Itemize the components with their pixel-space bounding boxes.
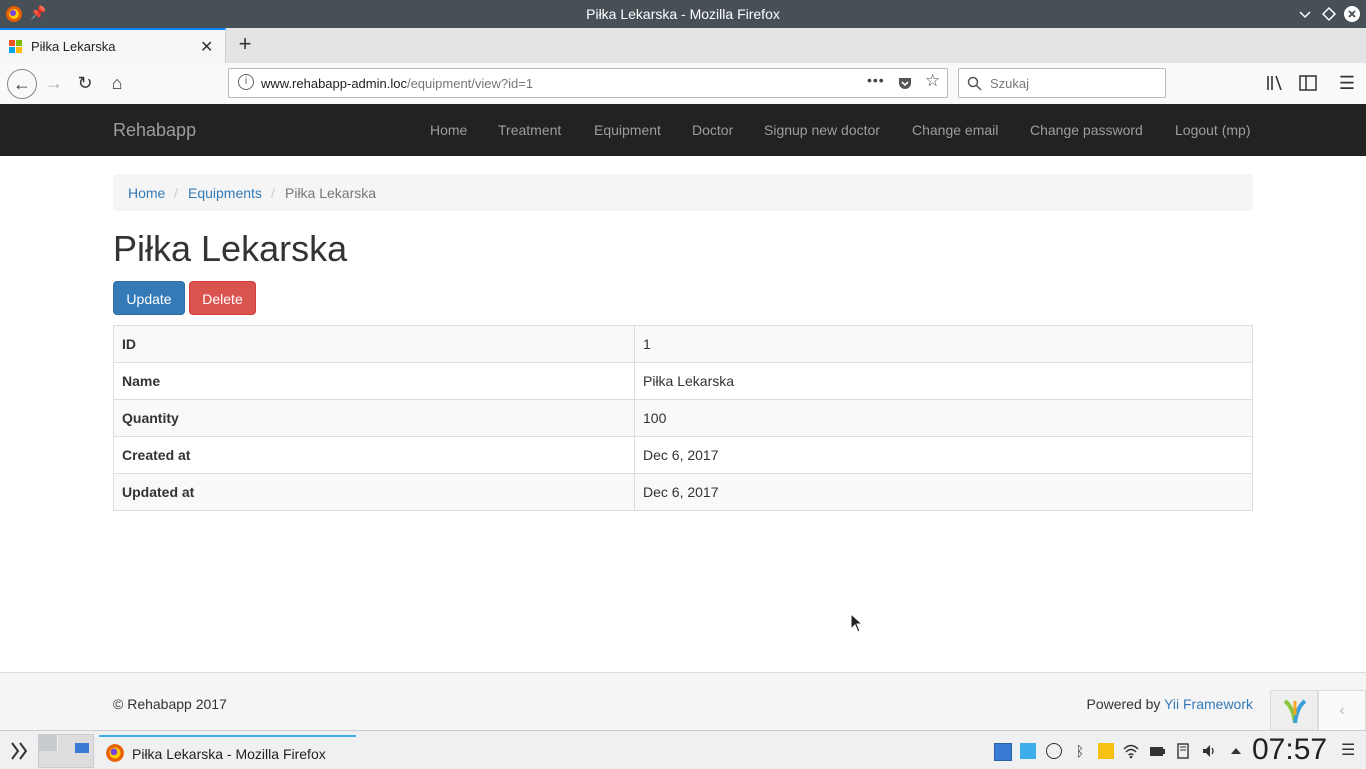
breadcrumb-separator: /	[271, 185, 275, 201]
nav-change-email[interactable]: Change email	[912, 122, 998, 138]
firefox-logo-icon	[106, 744, 124, 762]
powered-prefix: Powered by	[1086, 696, 1165, 712]
search-bar[interactable]: Szukaj	[958, 68, 1166, 98]
nav-doctor[interactable]: Doctor	[692, 122, 733, 138]
taskbar-firefox-item[interactable]: Piłka Lekarska - Mozilla Firefox	[99, 735, 356, 769]
detail-value: 100	[634, 399, 1253, 437]
clock[interactable]: 07:57	[1252, 733, 1327, 767]
breadcrumb-separator: /	[174, 185, 178, 201]
sidebar-icon[interactable]	[1299, 75, 1317, 91]
table-row: Quantity 100	[113, 399, 1253, 437]
tray-expand-icon[interactable]	[1228, 743, 1244, 759]
wifi-icon[interactable]	[1123, 743, 1139, 759]
pocket-icon[interactable]	[897, 75, 913, 91]
maximize-icon[interactable]	[1320, 5, 1338, 23]
bluetooth-icon[interactable]: ᛒ	[1072, 743, 1088, 759]
yii-debug-toolbar[interactable]	[1270, 690, 1318, 731]
yii-framework-link[interactable]: Yii Framework	[1164, 696, 1253, 712]
forward-icon[interactable]: →	[40, 69, 68, 97]
clipboard-manager-icon[interactable]	[1098, 743, 1114, 759]
detail-value: Dec 6, 2017	[634, 436, 1253, 474]
nav-change-password[interactable]: Change password	[1030, 122, 1143, 138]
updates-icon[interactable]	[1046, 743, 1062, 759]
search-icon	[967, 76, 982, 91]
update-button[interactable]: Update	[113, 281, 185, 315]
minimize-icon[interactable]	[1296, 5, 1314, 23]
site-info-icon[interactable]: i	[238, 74, 254, 90]
breadcrumb: Home / Equipments / Piłka Lekarska	[113, 174, 1253, 211]
brand-link[interactable]: Rehabapp	[113, 120, 196, 141]
table-row: ID 1	[113, 325, 1253, 363]
tab-title: Piłka Lekarska	[31, 39, 116, 54]
close-tab-icon[interactable]: ✕	[200, 37, 213, 57]
yii-logo-icon	[1283, 699, 1307, 724]
reload-icon[interactable]: ↻	[71, 69, 99, 97]
detail-value: Dec 6, 2017	[634, 473, 1253, 511]
breadcrumb-current: Piłka Lekarska	[285, 185, 377, 201]
nav-equipment[interactable]: Equipment	[594, 122, 661, 138]
back-icon[interactable]: ←	[7, 69, 37, 99]
taskbar: Piłka Lekarska - Mozilla Firefox ᛒ 07:57…	[0, 730, 1366, 769]
browser-navbar: ← → ↻ ⌂ i www.rehabapp-admin.loc/equipme…	[0, 63, 1366, 105]
detail-label: Name	[113, 362, 635, 400]
nav-signup-doctor[interactable]: Signup new doctor	[764, 122, 880, 138]
chevron-left-icon[interactable]: ‹	[1318, 690, 1366, 731]
footer-copyright: © Rehabapp 2017	[113, 696, 227, 712]
volume-icon[interactable]	[1201, 743, 1217, 759]
detail-label: Created at	[113, 436, 635, 474]
tab-strip: Piłka Lekarska ✕ +	[0, 28, 1366, 64]
new-tab-icon[interactable]: +	[232, 31, 258, 57]
window-titlebar: 📌 Piłka Lekarska - Mozilla Firefox	[0, 0, 1366, 28]
table-row: Created at Dec 6, 2017	[113, 436, 1253, 474]
table-row: Updated at Dec 6, 2017	[113, 473, 1253, 511]
url-text: www.rehabapp-admin.loc/equipment/view?id…	[261, 76, 534, 91]
panel-menu-icon[interactable]: ☰	[1341, 740, 1355, 760]
detail-label: Quantity	[113, 399, 635, 437]
battery-icon[interactable]	[1149, 743, 1165, 759]
nav-logout[interactable]: Logout (mp)	[1175, 122, 1250, 138]
close-window-icon[interactable]	[1343, 5, 1361, 23]
info-tray-icon[interactable]	[994, 743, 1012, 761]
app-launcher-icon[interactable]	[8, 741, 30, 761]
detail-value: Piłka Lekarska	[634, 362, 1253, 400]
page-title: Piłka Lekarska	[113, 228, 348, 269]
breadcrumb-equipments[interactable]: Equipments	[188, 185, 262, 201]
delete-button[interactable]: Delete	[189, 281, 256, 315]
window-title: Piłka Lekarska - Mozilla Firefox	[586, 6, 780, 22]
footer: © Rehabapp 2017 Powered by Yii Framework…	[0, 672, 1366, 731]
mouse-cursor-icon	[850, 613, 864, 633]
nav-treatment[interactable]: Treatment	[498, 122, 561, 138]
bookmark-star-icon[interactable]: ☆	[925, 71, 940, 91]
taskbar-item-label: Piłka Lekarska - Mozilla Firefox	[132, 746, 326, 762]
detail-label: ID	[113, 325, 635, 363]
browser-tab[interactable]: Piłka Lekarska ✕	[0, 28, 226, 63]
virtual-desktop-pager[interactable]	[38, 734, 94, 768]
home-icon[interactable]: ⌂	[103, 69, 131, 97]
url-bar[interactable]: i www.rehabapp-admin.loc/equipment/view?…	[228, 68, 948, 98]
hamburger-menu-icon[interactable]: ☰	[1333, 69, 1361, 97]
app-navbar: Rehabapp Home Treatment Equipment Doctor…	[0, 104, 1366, 156]
favicon-icon	[9, 40, 22, 53]
nav-home[interactable]: Home	[430, 122, 467, 138]
library-icon[interactable]	[1266, 75, 1284, 91]
breadcrumb-home[interactable]: Home	[128, 185, 165, 201]
page-actions-icon[interactable]: •••	[867, 72, 885, 88]
notifications-icon[interactable]	[1020, 743, 1036, 759]
detail-label: Updated at	[113, 473, 635, 511]
detail-value: 1	[634, 325, 1253, 363]
detail-table: ID 1 Name Piłka Lekarska Quantity 100 Cr…	[113, 325, 1253, 511]
search-placeholder: Szukaj	[990, 76, 1030, 91]
table-row: Name Piłka Lekarska	[113, 362, 1253, 400]
footer-powered: Powered by Yii Framework	[1086, 696, 1253, 712]
storage-icon[interactable]	[1175, 743, 1191, 759]
